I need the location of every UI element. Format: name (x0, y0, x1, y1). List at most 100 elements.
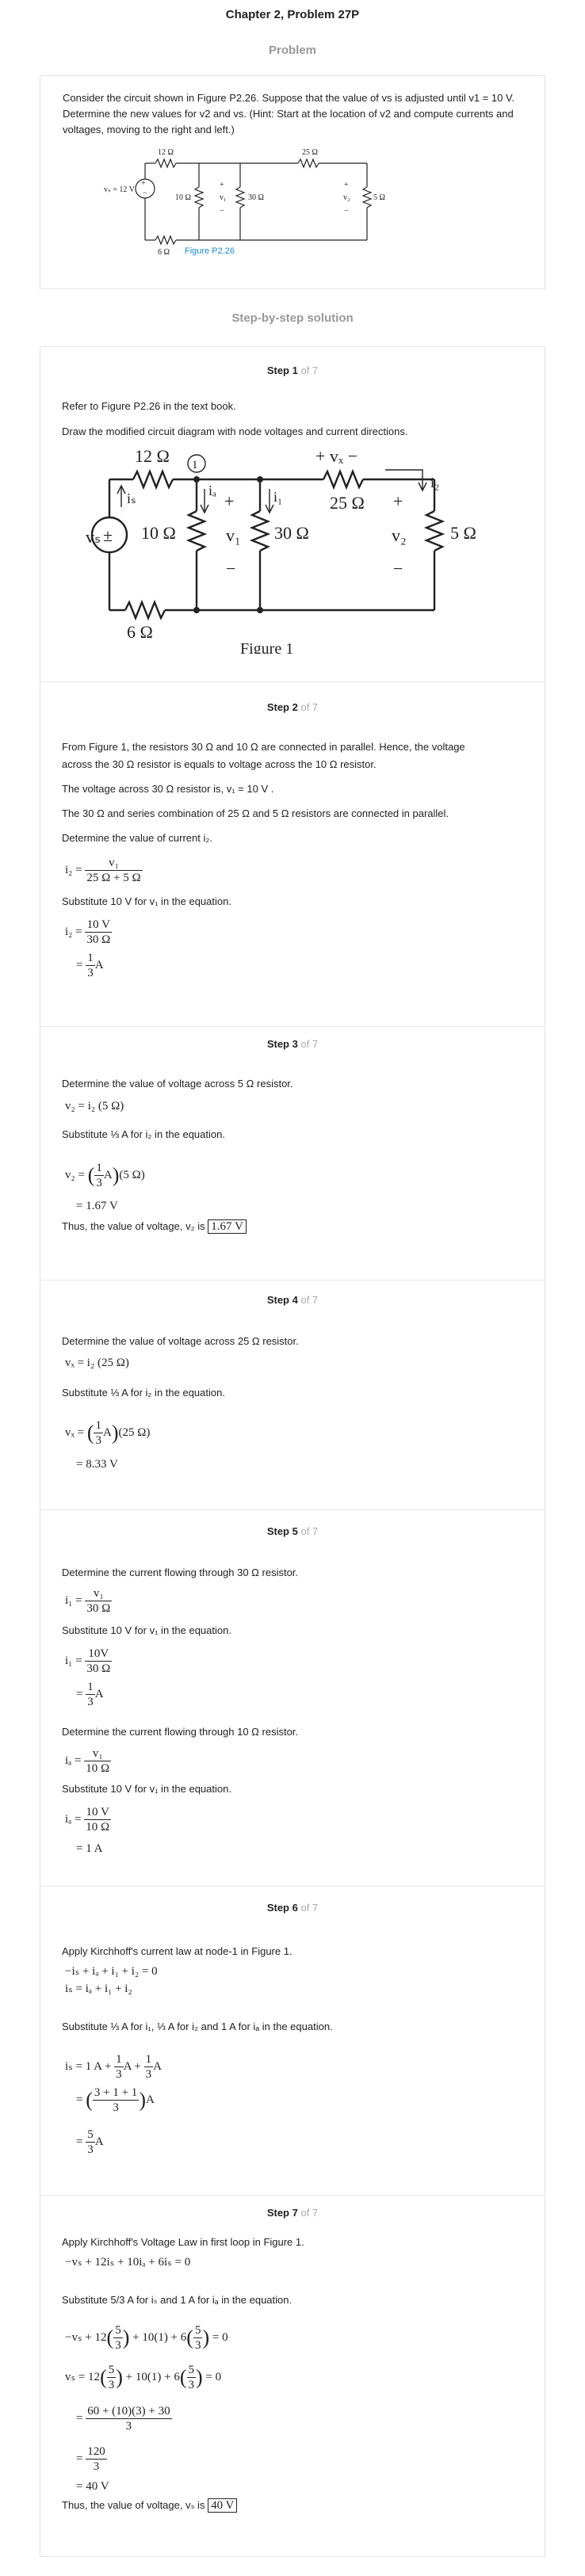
problem-circuit: 12 Ω 25 Ω 6 Ω vₛ = 12 V + − 10 Ω 30 Ω 5 Ω + v₁ −… (104, 148, 385, 257)
svg-text:+: + (220, 181, 224, 189)
step-6-eq-3: iₛ = 1 A + 13A + 13A (65, 2053, 162, 2081)
svg-text:25 Ω: 25 Ω (302, 148, 318, 157)
step-7-sub: Substitute 5/3 A for iₛ and 1 A for iₐ i… (62, 2294, 292, 2306)
svg-text:30 Ω: 30 Ω (274, 523, 309, 543)
svg-text:12 Ω: 12 Ω (135, 446, 170, 466)
step-4-eq-2: vₓ = (1 3 A)(25 Ω) (65, 1419, 151, 1447)
step-5-eq-3: = 13A (76, 1681, 104, 1708)
svg-text:+: + (344, 181, 349, 189)
svg-text:+: + (393, 491, 403, 511)
step-7-answer: 40 V (208, 2498, 238, 2513)
step-3-answer: 1.67 V (208, 1219, 247, 1234)
step-7-eq-2: −vₛ + 12(5 3) + 10(1) + 6(5 3) = 0 (65, 2324, 228, 2352)
step-1-line-2: Draw the modified circuit diagram with n… (62, 426, 408, 437)
step-4-sub: Substitute ⅓ A for i₂ in the equation. (62, 1387, 225, 1399)
svg-text:+ vₓ −: + vₓ − (315, 446, 358, 466)
svg-text:5 Ω: 5 Ω (373, 193, 385, 202)
svg-text:i₂: i₂ (430, 475, 439, 490)
step-2-eq-2: i₂ = 10 V 30 Ω (65, 918, 113, 946)
step-5-eq-4: iₐ = v₁ 10 Ω (65, 1747, 112, 1775)
svg-text:v₁: v₁ (226, 525, 241, 545)
step-4-eq-1: vₓ = i₂ (25 Ω) (65, 1357, 129, 1369)
figure-caption: Figure P2.26 (185, 246, 235, 256)
step-3-heading: Step 3 of 7 (266, 1038, 319, 1050)
step-7-eq-5: = 120 3 (76, 2445, 107, 2473)
step-2-eq-3: = 13A (76, 952, 104, 979)
problem-card: Consider the circuit shown in Figure P2.… (40, 75, 545, 289)
svg-text:v₂: v₂ (392, 525, 407, 545)
step-5-result: = 1 A (76, 1842, 103, 1855)
svg-text:10 Ω: 10 Ω (141, 523, 176, 543)
svg-text:i₁: i₁ (273, 489, 282, 505)
step-3-sub: Substitute ⅓ A for i₂ in the equation. (62, 1128, 225, 1140)
step-4-result: = 8.33 V (76, 1458, 118, 1471)
svg-text:−: − (220, 207, 224, 216)
step-6-eq-2: iₛ = iₐ + i₁ + i₂ (65, 1983, 132, 1995)
step-6-eq-1: −iₛ + iₐ + i₁ + i₂ = 0 (65, 1965, 158, 1978)
svg-text:iₐ: iₐ (208, 483, 216, 498)
step-7-result: = 40 V (76, 2480, 109, 2493)
page-title: Chapter 2, Problem 27P (225, 8, 360, 21)
svg-text:5 Ω: 5 Ω (450, 523, 476, 543)
step-3-result: = 1.67 V (76, 1200, 118, 1212)
svg-text:10 Ω: 10 Ω (175, 193, 191, 202)
step-6-line-1: Apply Kirchhoff's current law at node-1 … (62, 1945, 292, 1957)
step-3-eq-2: v₂ = (1 3 A)(5 Ω) (65, 1162, 145, 1189)
svg-text:30 Ω: 30 Ω (248, 193, 264, 202)
step-5-heading: Step 5 of 7 (266, 1525, 319, 1537)
step-7-thus: Thus, the value of voltage, vₛ is 40 V (62, 2498, 238, 2513)
step-3-eq-1: v₂ = i₂ (5 Ω) (65, 1100, 124, 1112)
step-6-heading: Step 6 of 7 (266, 1902, 319, 1914)
step-2-line-3: The voltage across 30 Ω resistor is, v₁ … (62, 783, 274, 795)
step-2-line-1: From Figure 1, the resistors 30 Ω and 10… (62, 741, 465, 753)
svg-text:vₛ: vₛ (86, 527, 101, 547)
svg-text:−: − (226, 559, 235, 578)
step-7-eq-4: = 60 + (10)(3) + 30 3 (76, 2405, 172, 2433)
step-2-eq-1: i₂ = v₁ 25 Ω + 5 Ω (65, 857, 143, 884)
step-4-line-1: Determine the value of voltage across 25… (62, 1335, 299, 1347)
svg-text:+: + (224, 491, 234, 511)
svg-text:−: − (344, 207, 349, 216)
step-3-line-1: Determine the value of voltage across 5 … (62, 1078, 293, 1090)
svg-text:v₁: v₁ (220, 193, 227, 202)
step-2-line-5: Determine the value of current i₂. (62, 832, 213, 844)
svg-text:12 Ω: 12 Ω (158, 148, 174, 157)
problem-text: Consider the circuit shown in Figure P2.… (63, 92, 515, 135)
svg-text:iₛ: iₛ (127, 490, 136, 506)
svg-text:vₛ = 12 V: vₛ = 12 V (104, 185, 136, 194)
svg-text:1: 1 (192, 459, 198, 471)
step-2-line-2: across the 30 Ω resistor is equals to vo… (62, 758, 377, 770)
problem-label: Problem (268, 44, 316, 57)
figure-1-circuit: 12 Ω 1 25 Ω ±vₛ 10 Ω 30 Ω 5 Ω 6 Ω iₛ iₐ i₁ i₂ +… (86, 446, 476, 654)
svg-text:v₂: v₂ (343, 193, 350, 202)
svg-text:25 Ω: 25 Ω (330, 493, 365, 513)
solution-card (40, 346, 545, 2557)
step-5-eq-1: i₁ = v₁ 30 Ω (65, 1587, 113, 1615)
step-5-eq-5: iₐ = 10 V 10 Ω (65, 1806, 112, 1834)
solution-label: Step-by-step solution (231, 311, 354, 325)
step-5-line-2: Determine the current flowing through 10… (62, 1726, 299, 1738)
step-2-line-4: The 30 Ω and series combination of 25 Ω … (62, 807, 449, 819)
step-5-eq-2: i₁ = 10V 30 Ω (65, 1647, 113, 1675)
step-1-line-1: Refer to Figure P2.26 in the text book. (62, 400, 236, 412)
figure-1-caption: Figure 1 (240, 640, 293, 654)
step-7-line-1: Apply Kirchhoff's Voltage Law in first l… (62, 2236, 304, 2248)
step-1-heading: Step 1 of 7 (266, 364, 319, 376)
step-7-eq-3: vₛ = 12(5 3) + 10(1) + 6(5 3) = 0 (65, 2364, 222, 2391)
svg-text:−: − (143, 189, 147, 198)
step-5-sub: Substitute 10 V for v₁ in the equation. (62, 1624, 231, 1636)
svg-text:±: ± (103, 525, 113, 545)
step-7-eq-1: −vₛ + 12iₛ + 10iₐ + 6iₛ = 0 (65, 2256, 191, 2269)
step-2-sub: Substitute 10 V for v₁ in the equation. (62, 895, 231, 907)
step-5-sub-2: Substitute 10 V for v₁ in the equation. (62, 1783, 231, 1795)
svg-text:6 Ω: 6 Ω (127, 622, 153, 642)
svg-text:6 Ω: 6 Ω (158, 248, 170, 257)
step-6-eq-5: = 53A (76, 2128, 104, 2156)
svg-text:−: − (393, 559, 403, 578)
step-2-heading: Step 2 of 7 (266, 701, 319, 713)
step-7-heading: Step 7 of 7 (266, 2207, 319, 2219)
step-4-heading: Step 4 of 7 (266, 1294, 319, 1306)
step-6-eq-4: = (3 + 1 + 1 3)A (76, 2086, 155, 2114)
step-6-sub: Substitute ⅓ A for i₁, ⅓ A for i₂ and 1 … (62, 2021, 333, 2032)
step-5-line-1: Determine the current flowing through 30… (62, 1567, 299, 1578)
